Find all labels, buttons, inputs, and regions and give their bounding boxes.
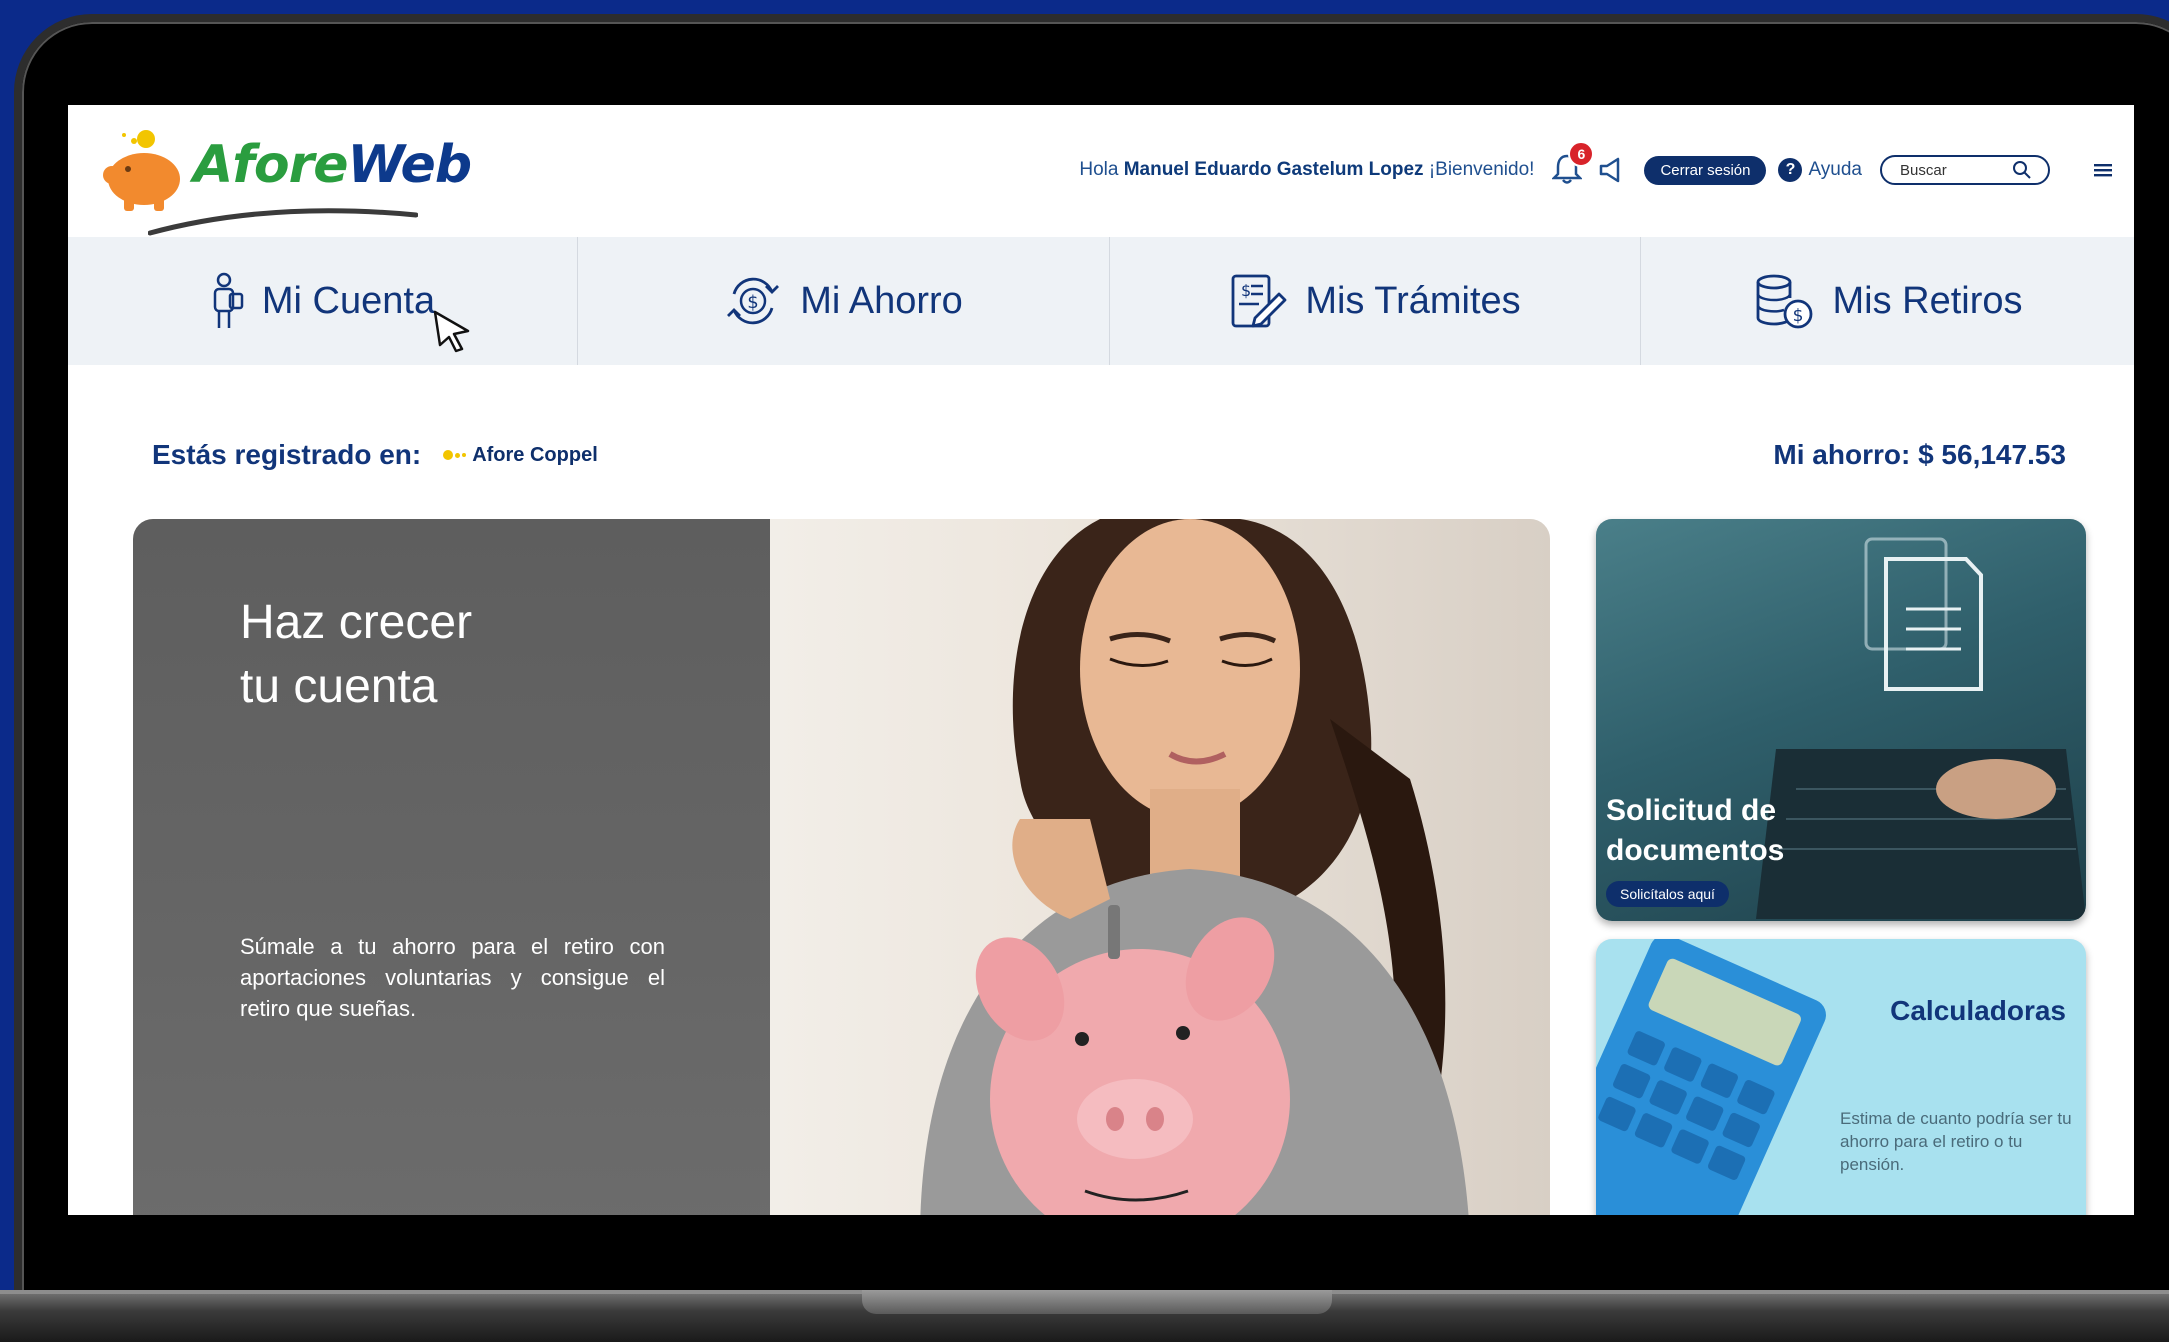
nav-item-mis-tramites[interactable]: $ Mis Trámites (1110, 237, 1641, 365)
money-cycle-icon: $ (727, 277, 780, 325)
screen: AforeWeb Hola Manuel Eduardo Gastelum Lo… (68, 105, 2134, 1215)
nav-item-mi-cuenta[interactable]: Mi Cuenta (68, 237, 578, 365)
hamburger-menu-icon[interactable] (2092, 161, 2114, 179)
hero-banner[interactable]: Haz crecer tu cuenta Súmale a tu ahorro … (133, 519, 1550, 1215)
coppel-dots-icon (443, 450, 467, 460)
afore-coppel-logo: Afore Coppel (443, 444, 598, 467)
coins-icon: $ (1757, 274, 1813, 329)
main-nav: Mi Cuenta $ Mi Ahorro $ Mis Trámites $ M… (68, 237, 2134, 365)
nav-label-mi-ahorro: Mi Ahorro (800, 279, 963, 322)
logout-button[interactable]: Cerrar sesión (1644, 155, 1767, 185)
logo-swoosh (148, 208, 418, 236)
svg-text:$: $ (1793, 306, 1804, 326)
afore-name: Afore Coppel (472, 443, 598, 466)
search-placeholder: Buscar (1900, 161, 1947, 179)
documents-card[interactable]: Solicitud de documentos Solicítalos aquí (1596, 519, 2086, 921)
calculator-illustration (1596, 939, 1826, 1215)
hero-title-line1: Haz crecer (240, 596, 473, 649)
nav-item-mi-ahorro[interactable]: $ Mi Ahorro (578, 237, 1110, 365)
greeting-suffix: ¡Bienvenido! (1428, 159, 1535, 180)
notifications-button[interactable]: 6 (1551, 141, 1595, 187)
user-name: Manuel Eduardo Gastelum Lopez (1123, 159, 1424, 180)
nav-label-mi-cuenta: Mi Cuenta (261, 279, 436, 322)
calculators-card[interactable]: Calculadoras Estima de cuanto podría ser… (1596, 939, 2086, 1215)
mouse-cursor-icon (433, 310, 470, 353)
piggy-bank-illustration (920, 519, 1469, 1215)
documents-request-button[interactable]: Solicítalos aquí (1606, 881, 1729, 907)
aforeweb-logo[interactable]: AforeWeb (98, 115, 472, 236)
calculators-card-title: Calculadoras (1890, 995, 2066, 1026)
hero-text-panel: Haz crecer tu cuenta Súmale a tu ahorro … (133, 519, 770, 1215)
hero-photo-woman-piggy-bank (770, 519, 1550, 1215)
megaphone-icon[interactable] (1598, 156, 1626, 184)
help-label: Ayuda (1808, 159, 1862, 180)
help-link[interactable]: ? Ayuda (1778, 158, 1862, 182)
registration-label: Estás registrado en: (152, 439, 422, 470)
registration-row: Estás registrado en: Afore Coppel (152, 439, 598, 471)
svg-text:$: $ (1241, 281, 1251, 300)
logo-text: AforeWeb (193, 135, 472, 195)
calculators-card-description: Estima de cuanto podría ser tu ahorro pa… (1840, 1109, 2072, 1174)
nav-item-mis-retiros[interactable]: $ Mis Retiros (1641, 237, 2134, 365)
nav-label-mis-tramites: Mis Trámites (1305, 279, 1521, 322)
hero-title: Haz crecer tu cuenta (240, 591, 640, 719)
greeting-prefix: Hola (1079, 159, 1119, 180)
nav-label-mis-retiros: Mis Retiros (1832, 279, 2023, 322)
document-edit-icon: $ (1231, 274, 1287, 328)
savings-total: Mi ahorro: $ 56,147.53 (1773, 439, 2066, 470)
help-icon: ? (1778, 158, 1803, 182)
header-toolbar: Hola Manuel Eduardo Gastelum Lopez ¡Bien… (1079, 141, 2114, 191)
hero-title-line2: tu cuenta (240, 660, 438, 713)
notification-badge: 6 (1568, 141, 1595, 167)
search-input[interactable]: Buscar (1880, 155, 2050, 185)
greeting: Hola Manuel Eduardo Gastelum Lopez ¡Bien… (1079, 159, 1534, 181)
search-icon[interactable] (2012, 160, 2032, 180)
hero-description: Súmale a tu ahorro para el retiro con ap… (240, 934, 665, 1021)
header: AforeWeb Hola Manuel Eduardo Gastelum Lo… (68, 105, 2134, 237)
documents-card-title: Solicitud de documentos (1606, 794, 1785, 867)
svg-text:$: $ (747, 292, 758, 313)
laptop-hinge (862, 1290, 1332, 1314)
user-icon (213, 272, 244, 328)
